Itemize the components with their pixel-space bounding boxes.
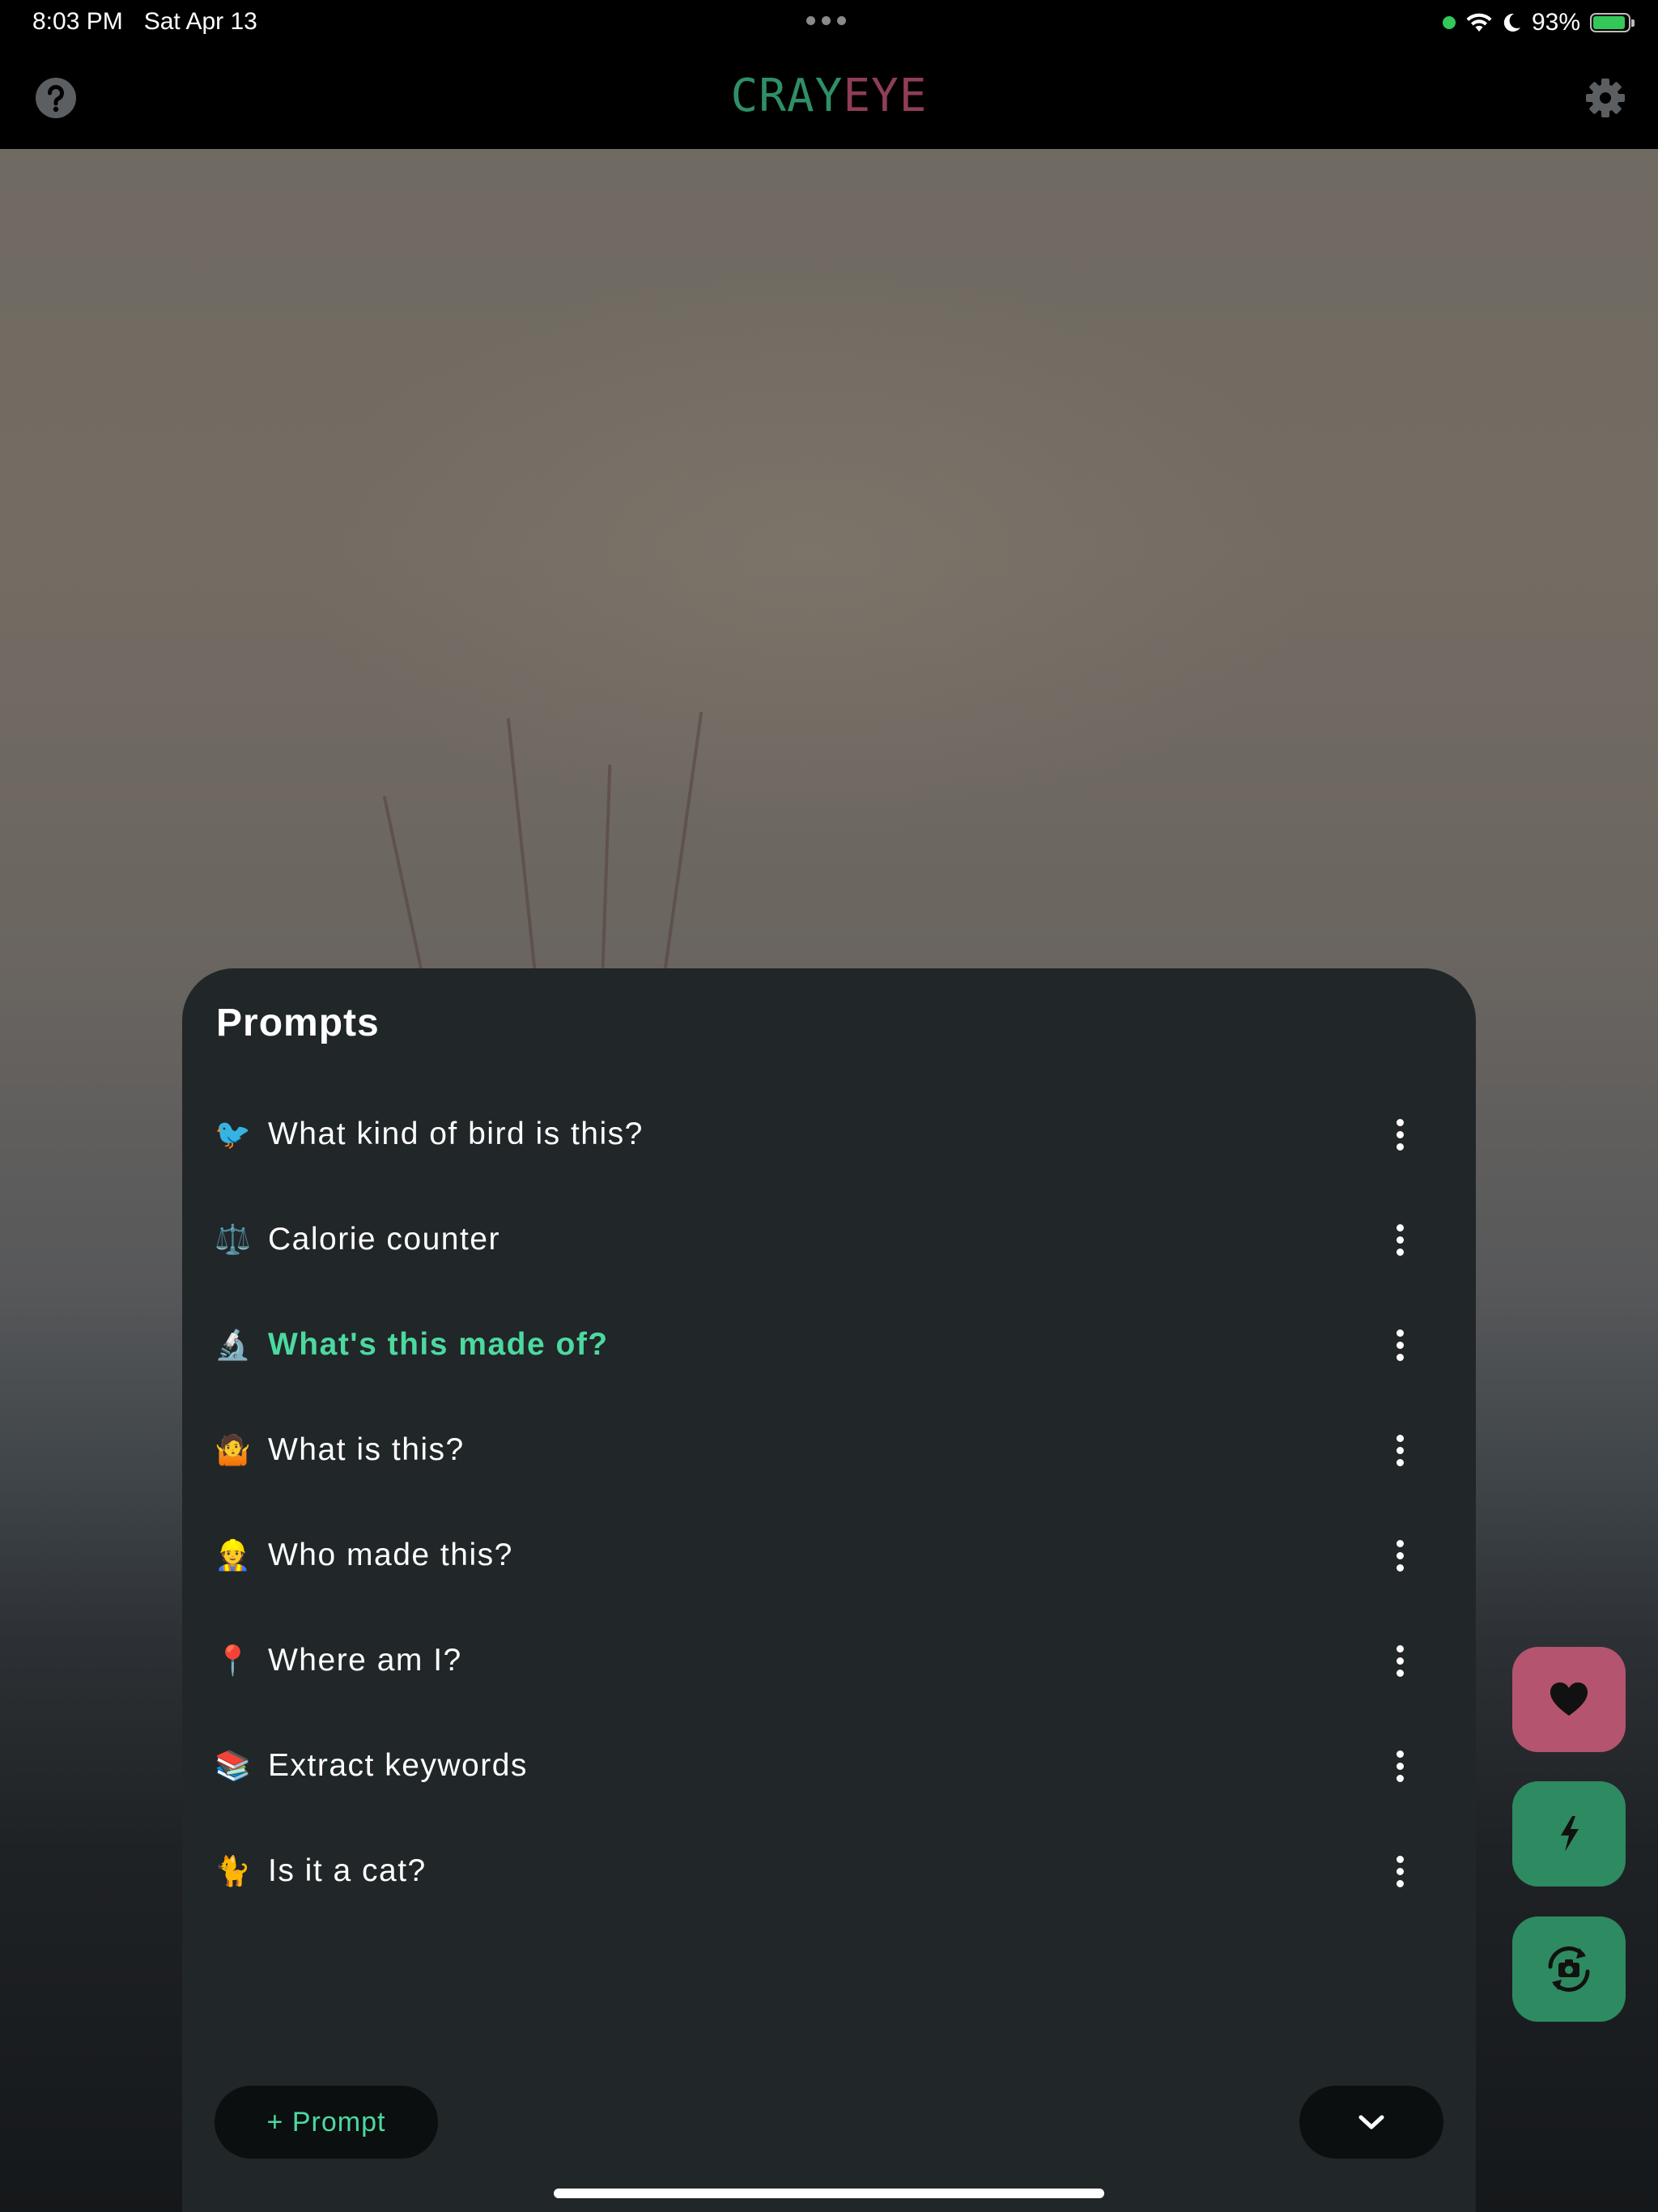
more-vertical-icon — [1396, 1118, 1404, 1126]
app-title-eye: EYE — [843, 70, 928, 122]
more-vertical-icon — [1396, 1248, 1404, 1256]
status-bar: 8:03 PM Sat Apr 13 93% — [0, 0, 1658, 45]
app-title: CRAYEYE — [0, 70, 1658, 122]
multitasking-dots[interactable] — [806, 16, 846, 25]
more-vertical-icon — [1396, 1669, 1404, 1677]
battery-icon — [1590, 13, 1635, 32]
prompt-more-button[interactable] — [1379, 1628, 1421, 1693]
prompt-item-selected[interactable]: 🔬 What's this made of? — [182, 1292, 1476, 1397]
favorite-button[interactable] — [1512, 1647, 1626, 1752]
prompt-item[interactable]: 📍 Where am I? — [182, 1608, 1476, 1713]
flash-icon — [1561, 1816, 1579, 1852]
more-vertical-icon — [1396, 1867, 1404, 1875]
status-time: 8:03 PM — [32, 8, 123, 35]
prompt-label: What kind of bird is this? — [268, 1117, 644, 1151]
status-indicators: 93% — [1442, 8, 1635, 37]
collapse-sheet-button[interactable] — [1299, 2086, 1443, 2159]
books-icon: 📚 — [215, 1749, 251, 1782]
more-vertical-icon — [1396, 1236, 1404, 1244]
more-vertical-icon — [1396, 1551, 1404, 1559]
sheet-title: Prompts — [216, 1002, 380, 1044]
more-vertical-icon — [1396, 1855, 1404, 1863]
prompt-label: Where am I? — [268, 1643, 462, 1678]
chevron-down-icon — [1358, 2115, 1384, 2129]
prompt-item[interactable]: ⚖️ Calorie counter — [182, 1187, 1476, 1292]
gear-icon — [1586, 79, 1625, 117]
shrug-icon: 🤷 — [215, 1433, 251, 1466]
prompt-label: Is it a cat? — [268, 1853, 427, 1888]
more-vertical-icon — [1396, 1774, 1404, 1782]
more-vertical-icon — [1396, 1750, 1404, 1758]
prompt-label: What's this made of? — [268, 1327, 609, 1362]
more-vertical-icon — [1396, 1434, 1404, 1442]
more-vertical-icon — [1396, 1879, 1404, 1887]
dot — [822, 16, 831, 25]
battery-level — [1593, 16, 1626, 29]
prompt-more-button[interactable] — [1379, 1312, 1421, 1377]
cat-icon: 🐈 — [215, 1854, 251, 1887]
worker-icon: 👷 — [215, 1538, 251, 1572]
prompt-more-button[interactable] — [1379, 1839, 1421, 1904]
prompts-sheet: Prompts 🐦 What kind of bird is this? ⚖️ … — [182, 968, 1476, 2212]
camera-rotate-icon — [1548, 1946, 1590, 1993]
microscope-icon: 🔬 — [215, 1328, 251, 1361]
more-vertical-icon — [1396, 1130, 1404, 1138]
prompt-label: Extract keywords — [268, 1748, 528, 1783]
more-vertical-icon — [1396, 1329, 1404, 1337]
app-bar: CRAYEYE — [0, 45, 1658, 149]
camera-in-use-indicator — [1442, 16, 1456, 29]
prompt-label: Who made this? — [268, 1538, 513, 1572]
prompt-more-button[interactable] — [1379, 1102, 1421, 1167]
prompt-more-button[interactable] — [1379, 1418, 1421, 1482]
flip-camera-button[interactable] — [1512, 1916, 1626, 2022]
prompt-label: What is this? — [268, 1432, 465, 1467]
prompt-item[interactable]: 🐈 Is it a cat? — [182, 1819, 1476, 1924]
wifi-icon — [1466, 13, 1492, 32]
more-vertical-icon — [1396, 1341, 1404, 1349]
prompt-list: 🐦 What kind of bird is this? ⚖️ Calorie … — [182, 1082, 1476, 1924]
more-vertical-icon — [1396, 1563, 1404, 1572]
more-vertical-icon — [1396, 1446, 1404, 1454]
battery-percentage: 93% — [1531, 9, 1580, 36]
more-vertical-icon — [1396, 1353, 1404, 1361]
moon-icon — [1503, 13, 1520, 32]
more-vertical-icon — [1396, 1762, 1404, 1770]
prompt-item[interactable]: 🐦 What kind of bird is this? — [182, 1082, 1476, 1187]
app-title-cray: CRAY — [730, 70, 844, 122]
heart-icon — [1550, 1682, 1588, 1716]
home-indicator[interactable] — [554, 2189, 1104, 2198]
more-vertical-icon — [1396, 1539, 1404, 1547]
status-time-date: 8:03 PM Sat Apr 13 — [32, 8, 257, 36]
more-vertical-icon — [1396, 1458, 1404, 1466]
settings-button[interactable] — [1584, 76, 1627, 120]
more-vertical-icon — [1396, 1644, 1404, 1653]
prompt-more-button[interactable] — [1379, 1733, 1421, 1798]
prompt-label: Calorie counter — [268, 1222, 500, 1257]
more-vertical-icon — [1396, 1142, 1404, 1151]
prompt-item[interactable]: 👷 Who made this? — [182, 1503, 1476, 1608]
prompt-item[interactable]: 🤷 What is this? — [182, 1397, 1476, 1503]
prompt-more-button[interactable] — [1379, 1207, 1421, 1272]
bird-icon: 🐦 — [215, 1117, 251, 1151]
more-vertical-icon — [1396, 1657, 1404, 1665]
add-prompt-button[interactable]: + Prompt — [215, 2086, 438, 2159]
more-vertical-icon — [1396, 1223, 1404, 1231]
status-date: Sat Apr 13 — [143, 8, 257, 35]
prompt-more-button[interactable] — [1379, 1523, 1421, 1588]
scale-icon: ⚖️ — [215, 1223, 251, 1256]
dot — [837, 16, 846, 25]
pin-icon: 📍 — [215, 1644, 251, 1677]
flash-button[interactable] — [1512, 1781, 1626, 1887]
dot — [806, 16, 815, 25]
prompt-item[interactable]: 📚 Extract keywords — [182, 1713, 1476, 1819]
